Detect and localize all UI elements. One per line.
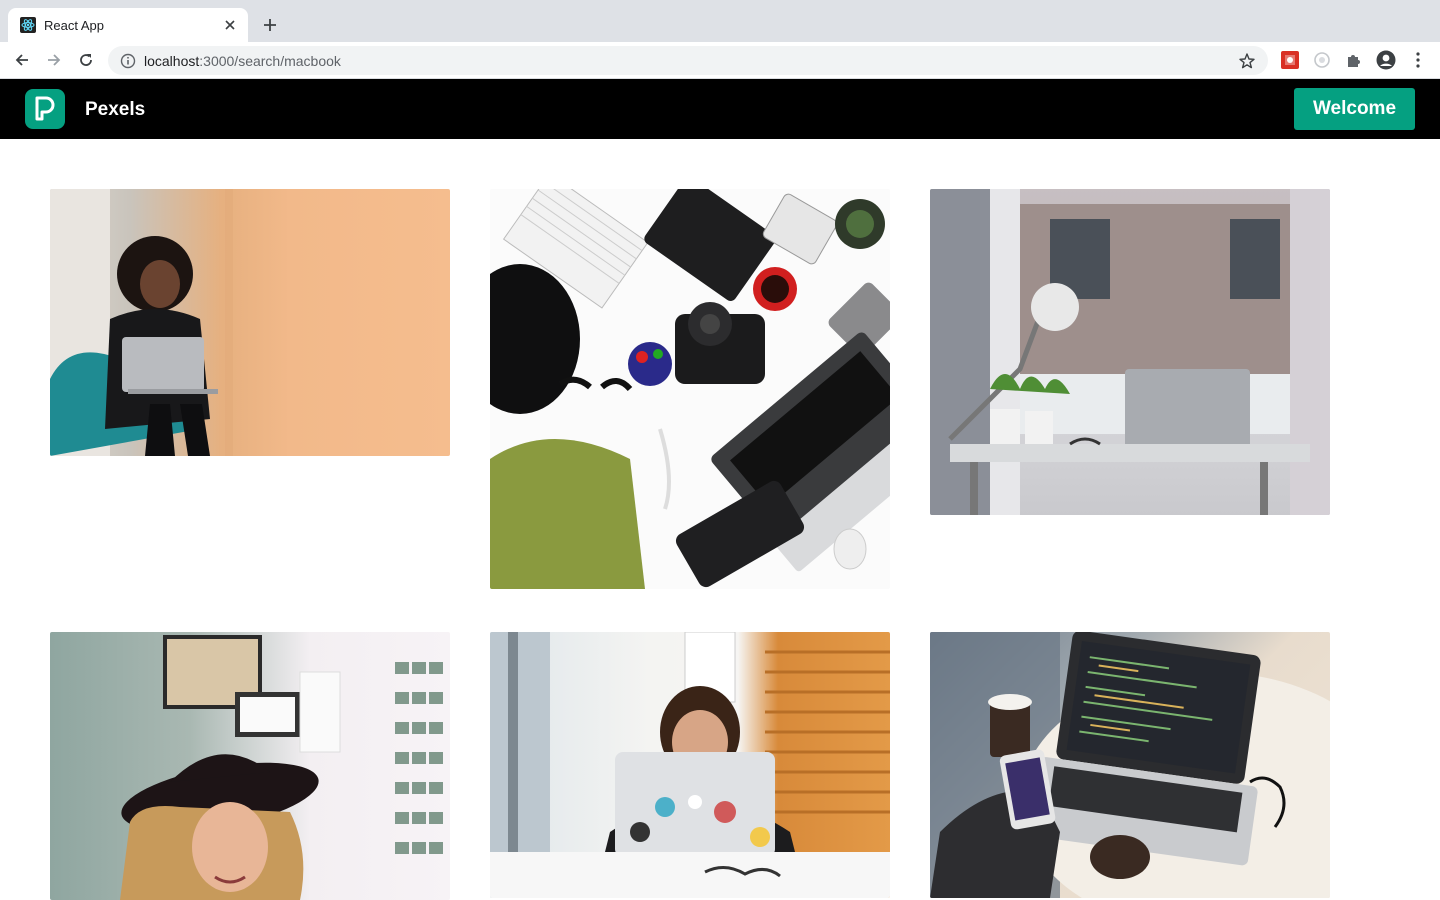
brand-name[interactable]: Pexels	[85, 99, 145, 121]
profile-avatar-icon[interactable]	[1376, 50, 1396, 70]
site-info-icon[interactable]	[120, 53, 136, 69]
woman-sticker-laptop-photo-icon	[490, 632, 890, 898]
forward-icon[interactable]	[42, 48, 66, 72]
more-menu-icon[interactable]	[1408, 50, 1428, 70]
desk-laptop-photo-icon	[930, 189, 1330, 515]
bookmark-star-icon[interactable]	[1238, 52, 1256, 70]
reload-icon[interactable]	[74, 48, 98, 72]
photo-card[interactable]	[490, 189, 890, 589]
react-favicon-icon	[20, 17, 36, 33]
url-text: localhost:3000/search/macbook	[144, 53, 1238, 69]
browser-toolbar: localhost:3000/search/macbook	[0, 42, 1440, 79]
extensions-puzzle-icon[interactable]	[1344, 50, 1364, 70]
extension-red-icon[interactable]	[1280, 50, 1300, 70]
close-tab-icon[interactable]	[222, 17, 238, 33]
photo-card[interactable]	[930, 632, 1330, 898]
url-host: localhost	[144, 52, 200, 69]
address-bar[interactable]: localhost:3000/search/macbook	[108, 46, 1268, 75]
photo-card[interactable]	[930, 189, 1330, 515]
browser-tab[interactable]: React App	[8, 8, 248, 42]
photo-card[interactable]	[50, 632, 450, 900]
photo-card[interactable]	[490, 632, 890, 898]
tab-title: React App	[44, 17, 104, 33]
new-tab-icon[interactable]	[258, 13, 282, 37]
woman-laptop-photo-icon	[50, 189, 233, 456]
pexels-logo-icon[interactable]	[25, 89, 65, 129]
browser-tabstrip: React App	[0, 0, 1440, 42]
flatlay-photo-icon	[490, 189, 890, 589]
app-header: Pexels Welcome	[0, 79, 1440, 139]
welcome-button[interactable]: Welcome	[1294, 88, 1415, 130]
woman-hat-photo-icon	[120, 635, 443, 900]
url-path: :3000/search/macbook	[199, 52, 341, 69]
back-icon[interactable]	[10, 48, 34, 72]
extension-disabled-icon[interactable]	[1312, 50, 1332, 70]
photo-card[interactable]	[50, 189, 450, 456]
coding-laptop-photo-icon	[930, 632, 1330, 898]
